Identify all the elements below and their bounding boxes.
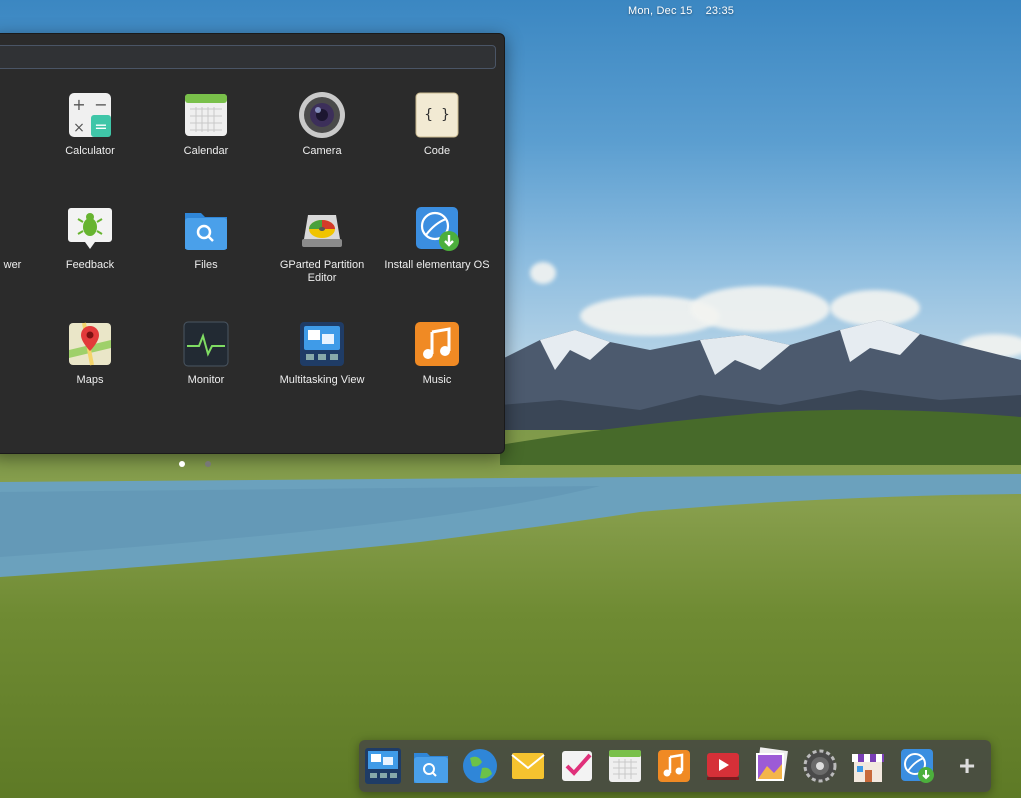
app-label: Calendar <box>183 145 229 157</box>
hill <box>500 409 1021 465</box>
applications-menu: + − × = Calculator Calendar Camera {} C… <box>0 33 505 467</box>
app-camera[interactable]: Camera <box>264 91 380 158</box>
files-icon <box>182 205 230 253</box>
app-gparted[interactable]: GParted Partition Editor <box>264 205 380 285</box>
videos-icon[interactable] <box>703 746 743 786</box>
installer-icon <box>413 205 461 253</box>
app-music[interactable]: Music <box>379 320 495 387</box>
svg-text:{ }: { } <box>424 107 449 123</box>
app-label: wer <box>3 259 22 271</box>
app-label: Install elementary OS <box>384 259 490 271</box>
app-label: GParted Partition Editor <box>279 259 365 284</box>
system-settings-icon[interactable] <box>800 746 840 786</box>
music-icon <box>413 320 461 368</box>
page-dot[interactable] <box>205 461 211 467</box>
multitasking-view-icon[interactable] <box>363 746 403 786</box>
svg-text:+: + <box>72 95 85 114</box>
app-label: Music <box>422 374 452 386</box>
camera-icon <box>298 91 346 139</box>
app-partial-viewer[interactable]: wer <box>0 205 33 272</box>
app-label: Camera <box>302 145 342 157</box>
app-label: Calculator <box>65 145 115 157</box>
date-time-indicator[interactable]: Mon, Dec 15 23:35 <box>628 5 734 17</box>
svg-text:×: × <box>73 120 85 136</box>
app-label: Code <box>423 145 451 157</box>
app-monitor[interactable]: Monitor <box>148 320 264 387</box>
app-code[interactable]: { } Code <box>379 91 495 158</box>
maps-icon <box>66 320 114 368</box>
monitor-icon <box>182 320 230 368</box>
app-install-elementary[interactable]: Install elementary OS <box>379 205 495 272</box>
lake <box>0 474 1021 577</box>
app-label: Feedback <box>65 259 115 271</box>
app-multitasking-view[interactable]: Multitasking View <box>264 320 380 387</box>
app-calendar[interactable]: Calendar <box>148 91 264 158</box>
code-icon: { } <box>413 91 461 139</box>
feedback-icon <box>66 205 114 253</box>
mail-icon[interactable] <box>508 746 548 786</box>
dock: + <box>359 740 991 792</box>
photos-icon[interactable] <box>751 746 791 786</box>
web-browser-icon[interactable] <box>460 746 500 786</box>
calendar-icon[interactable] <box>605 746 645 786</box>
installer-icon[interactable] <box>897 746 937 786</box>
app-calculator[interactable]: + − × = Calculator <box>32 91 148 158</box>
search-input[interactable] <box>0 45 496 69</box>
add-icon[interactable]: + <box>947 746 987 786</box>
svg-text:−: − <box>94 95 107 114</box>
app-maps[interactable]: Maps <box>32 320 148 387</box>
gparted-icon <box>298 205 346 253</box>
app-label: Monitor <box>187 374 225 386</box>
top-panel: Mon, Dec 15 23:35 <box>0 0 1021 22</box>
tasks-icon[interactable] <box>557 746 597 786</box>
svg-text:=: = <box>94 117 107 136</box>
music-icon[interactable] <box>654 746 694 786</box>
page-indicator <box>169 454 221 474</box>
app-label: Multitasking View <box>279 374 365 386</box>
app-label: Maps <box>76 374 104 386</box>
page-dot-active[interactable] <box>179 461 185 467</box>
cloud <box>530 262 556 284</box>
app-label: Files <box>194 259 218 271</box>
app-files[interactable]: Files <box>148 205 264 272</box>
appcenter-icon[interactable] <box>848 746 888 786</box>
calendar-icon <box>182 91 230 139</box>
calculator-icon: + − × = <box>66 91 114 139</box>
files-icon[interactable] <box>411 746 451 786</box>
multitasking-icon <box>298 320 346 368</box>
app-feedback[interactable]: Feedback <box>32 205 148 272</box>
